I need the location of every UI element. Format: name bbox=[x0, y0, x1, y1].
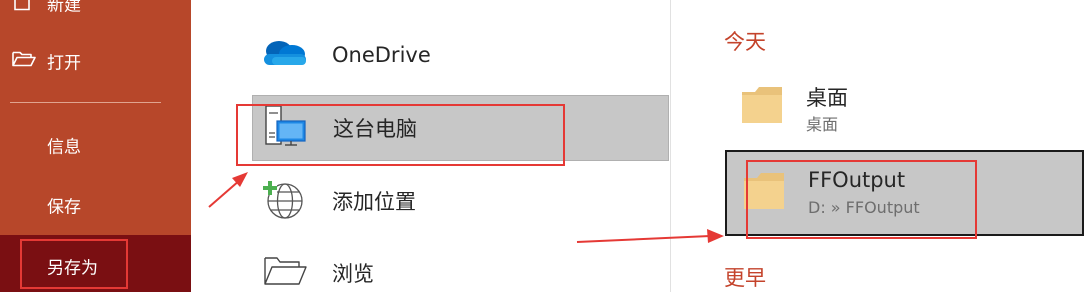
folder-name: 桌面 bbox=[806, 86, 848, 110]
location-onedrive[interactable]: OneDrive bbox=[252, 22, 669, 88]
location-label: 添加位置 bbox=[332, 190, 416, 214]
add-place-globe-icon bbox=[262, 176, 308, 226]
annotation-box-this-pc bbox=[236, 104, 565, 166]
browse-folder-icon bbox=[262, 254, 308, 292]
annotation-box-ffoutput bbox=[746, 160, 977, 239]
location-browse[interactable]: 浏览 bbox=[252, 240, 669, 306]
sidebar-item-info[interactable]: 信息 bbox=[0, 125, 191, 165]
folder-path: 桌面 bbox=[806, 115, 839, 134]
onedrive-cloud-icon bbox=[262, 37, 308, 73]
recent-folder-desktop[interactable]: 桌面 桌面 bbox=[725, 64, 1084, 150]
recent-folders-panel: 今天 桌面 桌面 FFOutput D: » FFOutput 更早 bbox=[671, 0, 1084, 292]
sidebar-item-save[interactable]: 保存 bbox=[0, 185, 191, 225]
location-label: 浏览 bbox=[332, 262, 374, 286]
sidebar-item-label: 信息 bbox=[47, 137, 81, 158]
open-folder-icon bbox=[11, 49, 37, 74]
folder-icon bbox=[741, 86, 783, 128]
sidebar-divider bbox=[10, 102, 161, 103]
sidebar-item-label: 保存 bbox=[47, 197, 81, 218]
location-add-place[interactable]: 添加位置 bbox=[252, 168, 669, 234]
new-document-icon bbox=[11, 0, 33, 17]
sidebar-item-open[interactable]: 打开 bbox=[0, 41, 191, 81]
section-heading-today: 今天 bbox=[724, 30, 766, 54]
sidebar-item-label: 新建 bbox=[47, 0, 81, 16]
annotation-box-save-as bbox=[20, 239, 128, 289]
sidebar-item-new[interactable]: 新建 bbox=[0, 0, 191, 23]
sidebar-item-label: 打开 bbox=[47, 53, 81, 74]
location-label: OneDrive bbox=[332, 43, 431, 67]
section-heading-earlier: 更早 bbox=[724, 266, 766, 290]
